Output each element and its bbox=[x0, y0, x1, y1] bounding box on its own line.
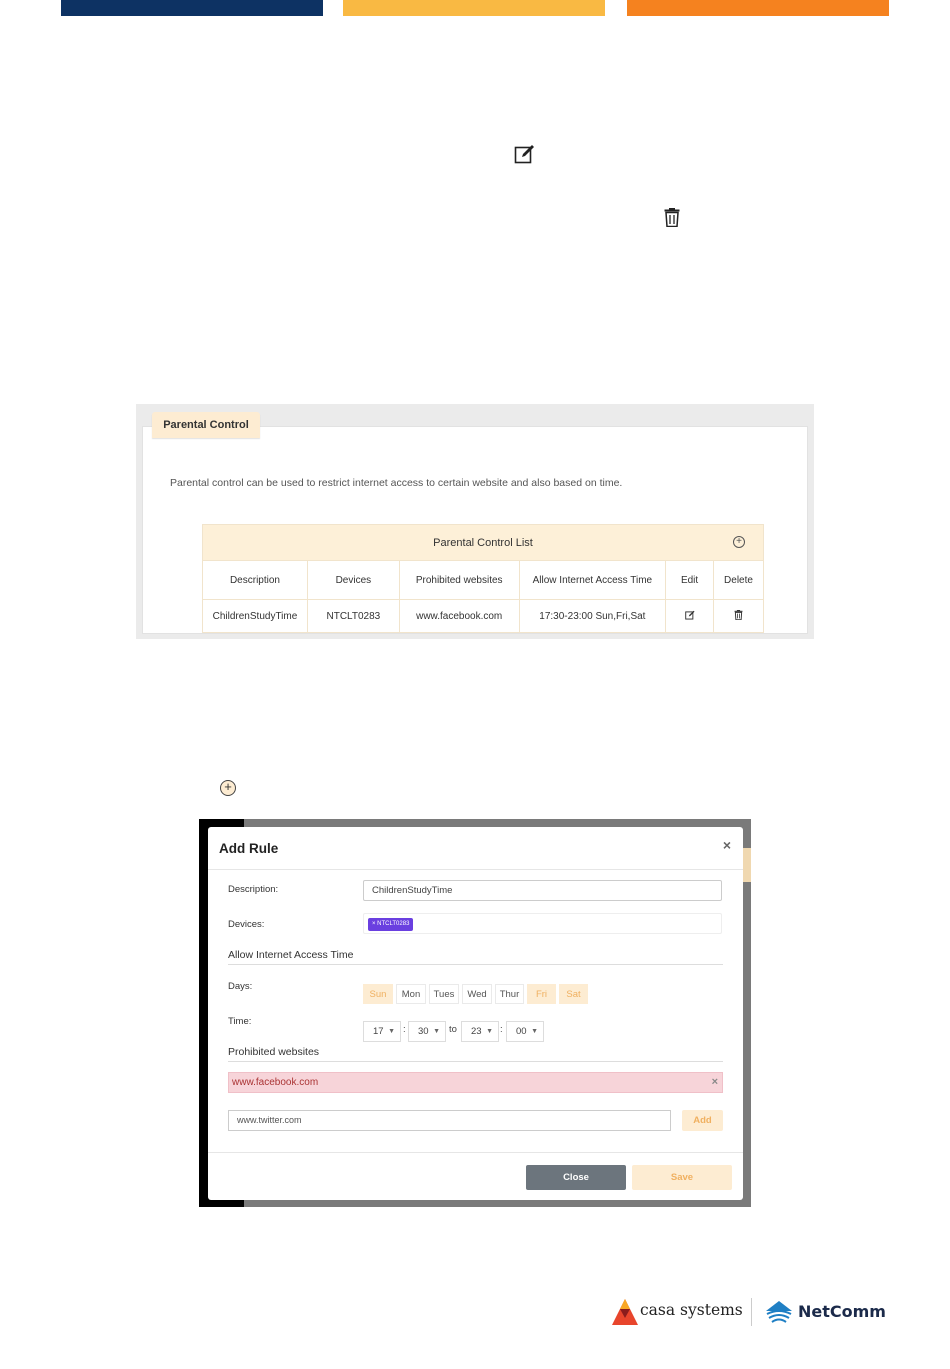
day-tues-button[interactable]: Tues bbox=[429, 984, 459, 1004]
plus-circle-icon[interactable]: + bbox=[733, 536, 745, 548]
save-button[interactable]: Save bbox=[632, 1165, 732, 1190]
start-hour-select[interactable]: 17 ▼ bbox=[363, 1021, 401, 1042]
devices-field[interactable]: × NTCLT0283 bbox=[363, 913, 722, 934]
casa-triangle-icon bbox=[612, 1299, 638, 1325]
start-hour-value: 17 bbox=[373, 1026, 384, 1037]
logo-divider bbox=[751, 1298, 752, 1326]
column-header: Description bbox=[202, 560, 308, 600]
start-min-value: 30 bbox=[418, 1026, 429, 1037]
day-fri-button[interactable]: Fri bbox=[527, 984, 556, 1004]
day-wed-button[interactable]: Wed bbox=[462, 984, 492, 1004]
row-time: 17:30-23:00 Sun,Fri,Sat bbox=[518, 599, 667, 633]
add-rule-screenshot: Add Rule × Description: ChildrenStudyTim… bbox=[199, 819, 751, 1207]
header-bar-yellow bbox=[343, 0, 605, 16]
device-chip[interactable]: × NTCLT0283 bbox=[368, 918, 414, 931]
modal-header-divider bbox=[208, 869, 743, 870]
modal-title: Add Rule bbox=[219, 841, 279, 856]
time-colon: : bbox=[403, 1024, 406, 1035]
parental-control-panel: Parental control can be used to restrict… bbox=[136, 404, 814, 639]
column-header: Devices bbox=[306, 560, 400, 600]
website-input[interactable]: www.twitter.com bbox=[228, 1110, 671, 1131]
day-thur-button[interactable]: Thur bbox=[495, 984, 524, 1004]
end-min-select[interactable]: 00 ▼ bbox=[506, 1021, 544, 1042]
parental-control-card: Parental control can be used to restrict… bbox=[142, 426, 808, 634]
backdrop-edge bbox=[743, 848, 751, 882]
close-button[interactable]: Close bbox=[526, 1165, 626, 1190]
day-sun-button[interactable]: Sun bbox=[363, 984, 393, 1004]
casa-systems-logo: casa systems bbox=[612, 1298, 743, 1326]
time-label: Time: bbox=[228, 1016, 252, 1027]
websites-heading: Prohibited websites bbox=[228, 1046, 723, 1062]
panel-description: Parental control can be used to restrict… bbox=[170, 477, 623, 489]
row-websites: www.facebook.com bbox=[398, 599, 520, 633]
blocked-site-item: www.facebook.com × bbox=[228, 1072, 723, 1093]
row-delete-cell[interactable] bbox=[713, 599, 764, 633]
column-header: Allow Internet Access Time bbox=[518, 560, 667, 600]
description-field[interactable]: ChildrenStudyTime bbox=[363, 880, 722, 901]
header-bar-orange bbox=[627, 0, 889, 16]
close-icon[interactable]: × bbox=[723, 837, 731, 853]
add-website-button[interactable]: Add bbox=[682, 1110, 723, 1131]
row-description: ChildrenStudyTime bbox=[202, 599, 308, 633]
end-min-value: 00 bbox=[516, 1026, 527, 1037]
header-bar-navy bbox=[61, 0, 323, 16]
netcomm-wave-icon bbox=[766, 1301, 792, 1323]
start-min-select[interactable]: 30 ▼ bbox=[408, 1021, 446, 1042]
plus-circle-icon: + bbox=[220, 780, 236, 796]
time-to-label: to bbox=[449, 1024, 457, 1035]
description-label: Description: bbox=[228, 884, 279, 895]
table-row: ChildrenStudyTime NTCLT0283 www.facebook… bbox=[202, 599, 764, 633]
days-label: Days: bbox=[228, 981, 253, 992]
table-title: Parental Control List bbox=[433, 536, 533, 549]
access-time-heading: Allow Internet Access Time bbox=[228, 949, 723, 965]
table-title-cell: Parental Control List + bbox=[202, 524, 764, 561]
add-rule-modal: Add Rule × Description: ChildrenStudyTim… bbox=[208, 827, 743, 1200]
remove-site-icon[interactable]: × bbox=[712, 1073, 718, 1092]
row-edit-cell[interactable] bbox=[665, 599, 715, 633]
day-mon-button[interactable]: Mon bbox=[396, 984, 426, 1004]
column-header: Edit bbox=[665, 560, 715, 600]
row-devices: NTCLT0283 bbox=[306, 599, 400, 633]
end-hour-value: 23 bbox=[471, 1026, 482, 1037]
column-header: Delete bbox=[713, 560, 764, 600]
blocked-site-text: www.facebook.com bbox=[232, 1077, 319, 1088]
netcomm-logo: NetComm bbox=[764, 1298, 886, 1326]
edit-icon[interactable] bbox=[684, 610, 695, 620]
casa-brand-text: casa systems bbox=[640, 1301, 743, 1319]
chevron-down-icon: ▼ bbox=[531, 1028, 538, 1035]
devices-label: Devices: bbox=[228, 919, 265, 930]
netcomm-brand-text: NetComm bbox=[798, 1302, 886, 1321]
parental-control-tab[interactable]: Parental Control bbox=[152, 412, 260, 438]
modal-footer-divider bbox=[208, 1152, 743, 1153]
time-colon: : bbox=[500, 1024, 503, 1035]
parental-control-table: Parental Control List + Description Devi… bbox=[202, 524, 764, 633]
chevron-down-icon: ▼ bbox=[433, 1028, 440, 1035]
column-header: Prohibited websites bbox=[398, 560, 520, 600]
trash-icon[interactable] bbox=[734, 609, 743, 620]
edit-icon bbox=[514, 145, 534, 164]
day-sat-button[interactable]: Sat bbox=[559, 984, 588, 1004]
trash-icon bbox=[664, 208, 680, 227]
chevron-down-icon: ▼ bbox=[486, 1028, 493, 1035]
chevron-down-icon: ▼ bbox=[388, 1028, 395, 1035]
end-hour-select[interactable]: 23 ▼ bbox=[461, 1021, 499, 1042]
